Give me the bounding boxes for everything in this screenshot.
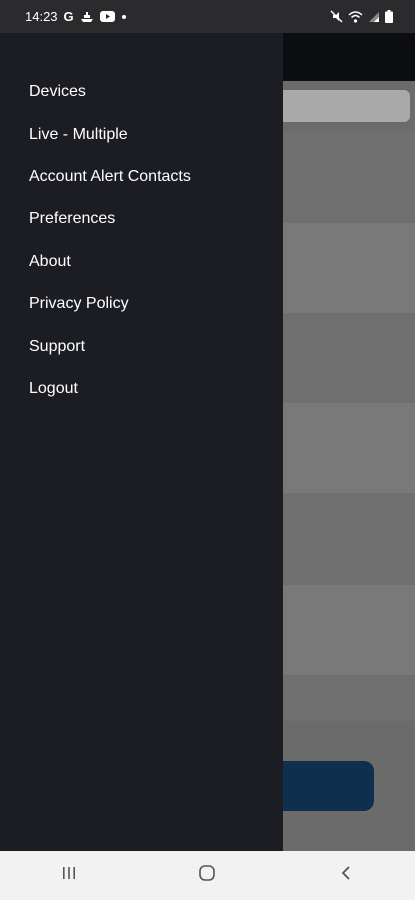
menu-item-label: Privacy Policy — [29, 295, 129, 313]
menu-item-account-alert-contacts[interactable]: Account Alert Contacts — [0, 156, 283, 198]
menu-item-label: Devices — [29, 83, 86, 101]
menu-item-label: Preferences — [29, 210, 116, 228]
navigation-drawer: Devices Live - Multiple Account Alert Co… — [0, 33, 283, 851]
home-button[interactable] — [177, 856, 237, 896]
mute-icon — [330, 10, 343, 23]
status-time: 14:23 — [25, 9, 58, 24]
app-search-field — [276, 90, 410, 122]
youtube-icon — [99, 11, 115, 22]
menu-item-devices[interactable]: Devices — [0, 71, 283, 113]
status-bar: 14:23 G — [0, 0, 415, 33]
menu-item-logout[interactable]: Logout — [0, 368, 283, 410]
signal-icon — [368, 11, 380, 23]
wifi-icon — [348, 10, 363, 23]
recent-apps-icon — [61, 865, 77, 886]
system-nav-bar — [0, 851, 415, 900]
home-icon — [198, 864, 216, 887]
menu-item-about[interactable]: About — [0, 241, 283, 283]
menu-item-privacy-policy[interactable]: Privacy Policy — [0, 283, 283, 325]
menu-item-label: About — [29, 252, 71, 270]
google-icon: G — [63, 9, 74, 24]
battery-icon — [385, 10, 393, 23]
menu-item-label: Live - Multiple — [29, 125, 128, 143]
menu-item-preferences[interactable]: Preferences — [0, 198, 283, 240]
ship-icon — [80, 11, 94, 23]
menu-item-label: Account Alert Contacts — [29, 167, 191, 185]
dot-icon — [121, 14, 127, 20]
back-icon — [339, 865, 353, 886]
menu-item-live-multiple[interactable]: Live - Multiple — [0, 113, 283, 155]
drawer-menu: Devices Live - Multiple Account Alert Co… — [0, 71, 283, 410]
menu-item-label: Logout — [29, 379, 78, 397]
recent-apps-button[interactable] — [39, 856, 99, 896]
menu-item-label: Support — [29, 337, 86, 355]
status-left: 14:23 G — [25, 9, 127, 24]
status-right — [330, 10, 393, 23]
back-button[interactable] — [316, 856, 376, 896]
menu-item-support[interactable]: Support — [0, 325, 283, 367]
